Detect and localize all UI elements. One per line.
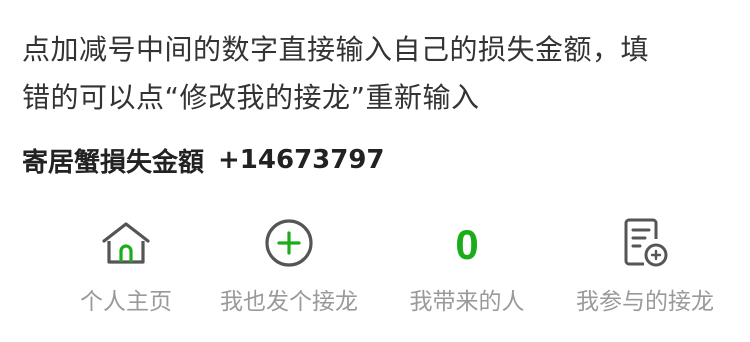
instructions-text: 点加减号中间的数字直接输入自己的损失金额，填 错的可以点“修改我的接龙”重新输入 <box>22 26 728 122</box>
bottom-action-bar: 个人主页 我也发个接龙 0 我带来的人 我参与的接龙 <box>0 216 750 326</box>
nav-item-my-jielong-label: 我参与的接龙 <box>576 289 714 315</box>
home-icon <box>98 219 154 271</box>
participant-name: 寄居蟹損失金額 <box>22 147 205 178</box>
nav-item-new-jielong-label: 我也发个接龙 <box>220 289 358 315</box>
nav-item-home[interactable]: 个人主页 <box>36 216 216 326</box>
nav-item-invited-people[interactable]: 0 我带来的人 <box>377 216 557 326</box>
add-circle-icon <box>264 218 314 272</box>
loss-amount: +14673797 <box>218 145 385 175</box>
nav-item-invited-people-label: 我带来的人 <box>409 289 525 315</box>
nav-item-new-jielong[interactable]: 我也发个接龙 <box>199 216 379 326</box>
nav-item-home-label: 个人主页 <box>80 289 172 315</box>
loss-summary: 寄居蟹損失金額 +14673797 <box>22 140 385 180</box>
document-edit-icon <box>620 217 670 273</box>
nav-item-my-jielong[interactable]: 我参与的接龙 <box>555 216 735 326</box>
instructions-line-2: 错的可以点“修改我的接龙”重新输入 <box>22 81 480 114</box>
instructions-line-1: 点加减号中间的数字直接输入自己的损失金额，填 <box>22 33 650 66</box>
invited-count: 0 <box>455 221 479 268</box>
